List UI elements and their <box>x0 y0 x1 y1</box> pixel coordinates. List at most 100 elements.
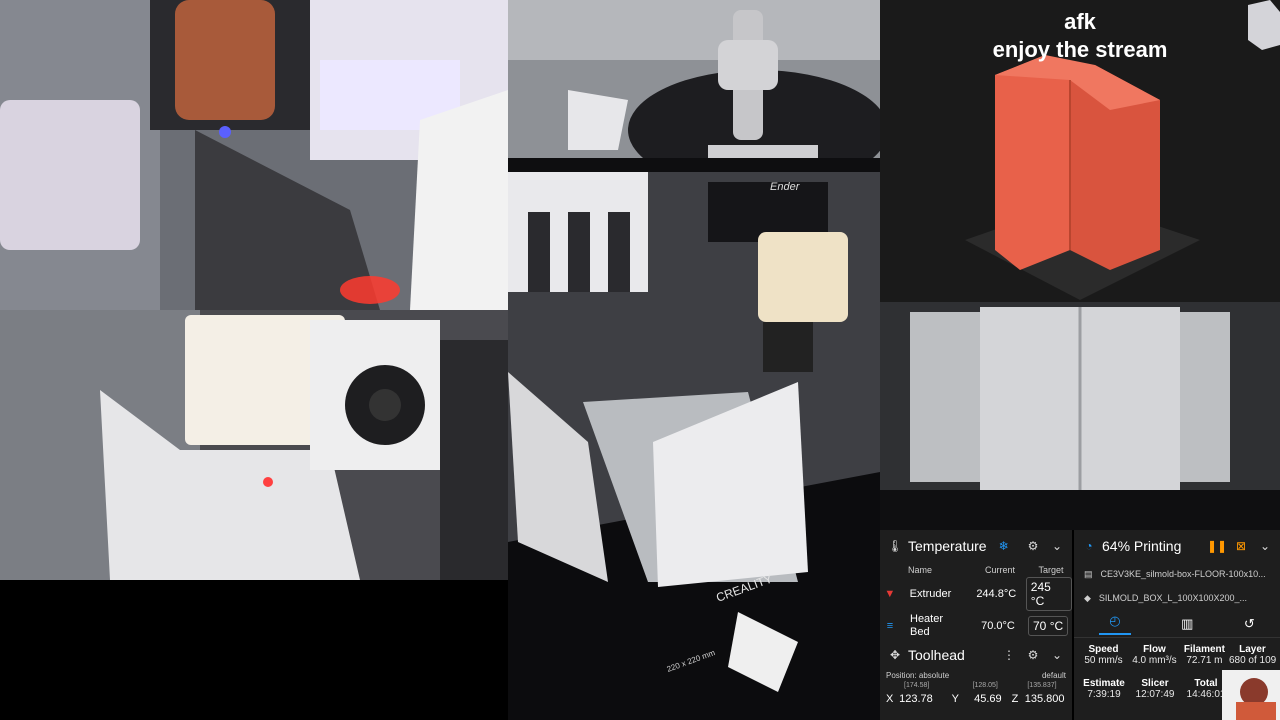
extruder-icon: ▼ <box>884 588 896 600</box>
heater-bed-target-value: 70 <box>1033 619 1047 633</box>
stat-layer-label: Layer <box>1239 644 1266 655</box>
y-axis-value[interactable]: 45.69 <box>974 693 1012 705</box>
object-icon: ◆ <box>1084 592 1091 603</box>
temperature-panel: 🌡 Temperature ❄ ⚙ ⌄ Name Current Target … <box>880 530 1073 642</box>
stat-filament: Filament 72.71 m <box>1180 644 1229 666</box>
extruder-current: 244.8°C <box>976 588 1017 600</box>
more-icon[interactable]: ⋮ <box>1002 648 1016 662</box>
z-max: [135.837] <box>1027 682 1057 689</box>
stat-slicer-value: 12:07:49 <box>1135 689 1175 700</box>
x-axis-value[interactable]: 123.78 <box>899 693 952 705</box>
camera-feed-hotend-side-image <box>0 310 508 580</box>
temperature-title: Temperature <box>908 538 987 554</box>
streamer-webcam-image <box>1222 670 1280 720</box>
toolhead-title: Toolhead <box>908 647 965 663</box>
toolhead-gear-icon[interactable]: ⚙ <box>1026 648 1040 662</box>
column-name: Name <box>908 565 933 575</box>
tab-history-icon[interactable]: ↺ <box>1244 616 1255 632</box>
file-name-1: CE3V3KE_silmold-box-FLOOR-100x10... <box>1100 569 1266 579</box>
stat-speed: Speed 50 mm/s <box>1078 644 1129 666</box>
streamer-webcam <box>1222 670 1280 720</box>
toolhead-header: ✥ Toolhead ⋮ ⚙ ⌄ <box>880 642 1072 668</box>
stat-filament-value: 72.71 m <box>1186 655 1223 666</box>
file-item: ◆ SILMOLD_BOX_L_100X100X200_... <box>1084 586 1270 610</box>
temperature-row-extruder: ▼ Extruder 244.8°C 245 °C <box>880 577 1073 611</box>
print-status-chevron-icon[interactable]: ⌄ <box>1258 539 1272 553</box>
camera-feed-hotend-side <box>0 310 508 580</box>
heater-bed-name-line2: Bed <box>910 626 930 638</box>
thermometer-icon: 🌡 <box>887 539 903 553</box>
print-status-header: ◔ 64% Printing ❚❚ ⊠ ⌄ <box>1074 530 1280 562</box>
overlay-line-2: enjoy the stream <box>992 37 1168 62</box>
extruder-name: Extruder <box>909 588 952 600</box>
tab-file-icon[interactable]: ▥ <box>1181 616 1193 632</box>
stat-layer: Layer 680 of 1099 <box>1229 644 1276 666</box>
extruder-target-value: 245 <box>1030 580 1051 594</box>
camera-feed-top-image <box>880 302 1280 530</box>
stat-slicer: Slicer 12:07:49 <box>1130 678 1180 700</box>
pause-icon[interactable]: ❚❚ <box>1207 539 1227 553</box>
position-label: Position: absolute <box>886 670 950 680</box>
hotend-brand-label: Ender <box>770 181 801 193</box>
stat-estimate: Estimate 7:39:19 <box>1078 678 1130 700</box>
camera-feed-main: CREALITY 220 x 220 mm Ender <box>508 172 880 720</box>
z-axis-value[interactable]: 135.800 <box>1025 693 1066 705</box>
stat-layer-value: 680 of 1099 <box>1228 655 1276 666</box>
temperature-row-bed: ≡ Heater Bed 70.0°C 70 °C <box>880 610 1072 642</box>
stat-flow: Flow 4.0 mm³/s <box>1129 644 1180 666</box>
stat-speed-label: Speed <box>1088 644 1119 655</box>
temperature-columns: Name Current Target <box>880 562 1072 578</box>
file-item: ▤ CE3V3KE_silmold-box-FLOOR-100x10... <box>1084 562 1270 586</box>
x-max: [174.58] <box>904 682 930 689</box>
z-axis-label: Z <box>1011 693 1019 705</box>
heater-bed-target-input[interactable]: 70 °C <box>1028 616 1069 636</box>
camera-feed-nozzle <box>0 0 508 310</box>
default-label: default <box>1041 670 1066 680</box>
heater-bed-icon: ≡ <box>886 620 894 632</box>
temperature-header: 🌡 Temperature ❄ ⚙ ⌄ <box>880 530 1072 562</box>
camera-feed-figurine <box>508 0 880 172</box>
toolhead-max-row: [174.58] [128.05] [135.837] <box>880 682 1072 692</box>
toolhead-chevron-icon[interactable]: ⌄ <box>1050 648 1064 662</box>
toolhead-info: Position: absolute default <box>880 668 1072 682</box>
file-name-2: SILMOLD_BOX_L_100X100X200_... <box>1098 593 1248 603</box>
heater-bed-target-unit: °C <box>1049 619 1064 633</box>
cancel-icon[interactable]: ⊠ <box>1234 539 1248 553</box>
column-target: Target <box>1038 565 1064 575</box>
progress-ring-icon: ◔ <box>1085 539 1093 553</box>
camera-feed-figurine-image <box>508 0 880 172</box>
camera-feed-main-image: CREALITY 220 x 220 mm Ender <box>508 172 880 720</box>
heater-bed-name-line1: Heater <box>910 613 944 625</box>
column-current: Current <box>984 565 1015 575</box>
stat-estimate-label: Estimate <box>1083 678 1125 689</box>
stat-speed-value: 50 mm/s <box>1084 655 1123 666</box>
toolhead-panel: ✥ Toolhead ⋮ ⚙ ⌄ Position: absolute defa… <box>880 642 1072 720</box>
move-icon: ✥ <box>889 648 901 662</box>
heater-bed-current: 70.0°C <box>981 620 1015 632</box>
stat-flow-value: 4.0 mm³/s <box>1132 655 1177 666</box>
extruder-target-input[interactable]: 245 °C <box>1025 577 1073 611</box>
extruder-target-unit: °C <box>1030 594 1045 608</box>
file-icon: ▤ <box>1084 568 1093 579</box>
overlay-line-1: afk <box>1064 9 1096 34</box>
y-axis-label: Y <box>951 693 959 705</box>
camera-feed-top <box>880 302 1280 530</box>
x-axis-label: X <box>886 693 894 705</box>
heater-bed-name: Heater Bed <box>900 613 968 639</box>
gear-icon[interactable]: ⚙ <box>1026 539 1040 553</box>
camera-feed-nozzle-image <box>0 0 508 310</box>
stat-estimate-value: 7:39:19 <box>1087 689 1121 700</box>
stat-flow-label: Flow <box>1143 644 1166 655</box>
print-status-title: 64% Printing <box>1102 538 1182 554</box>
y-max: [128.05] <box>972 682 998 689</box>
chevron-down-icon[interactable]: ⌄ <box>1050 539 1064 553</box>
toolhead-position-row: X 123.78 Y 45.69 Z 135.800 <box>880 692 1072 706</box>
stat-filament-label: Filament <box>1183 644 1225 655</box>
stat-slicer-label: Slicer <box>1141 678 1169 689</box>
tab-gauge-icon[interactable]: ◴ <box>1099 613 1131 635</box>
file-list: ▤ CE3V3KE_silmold-box-FLOOR-100x10... ◆ … <box>1074 562 1280 610</box>
snowflake-icon[interactable]: ❄ <box>997 539 1011 553</box>
status-tabs: ◴ ▥ ↺ <box>1074 610 1280 638</box>
overlay-message: afk enjoy the stream <box>880 0 1280 64</box>
stats-row-1: Speed 50 mm/s Flow 4.0 mm³/s Filament 72… <box>1074 638 1280 666</box>
